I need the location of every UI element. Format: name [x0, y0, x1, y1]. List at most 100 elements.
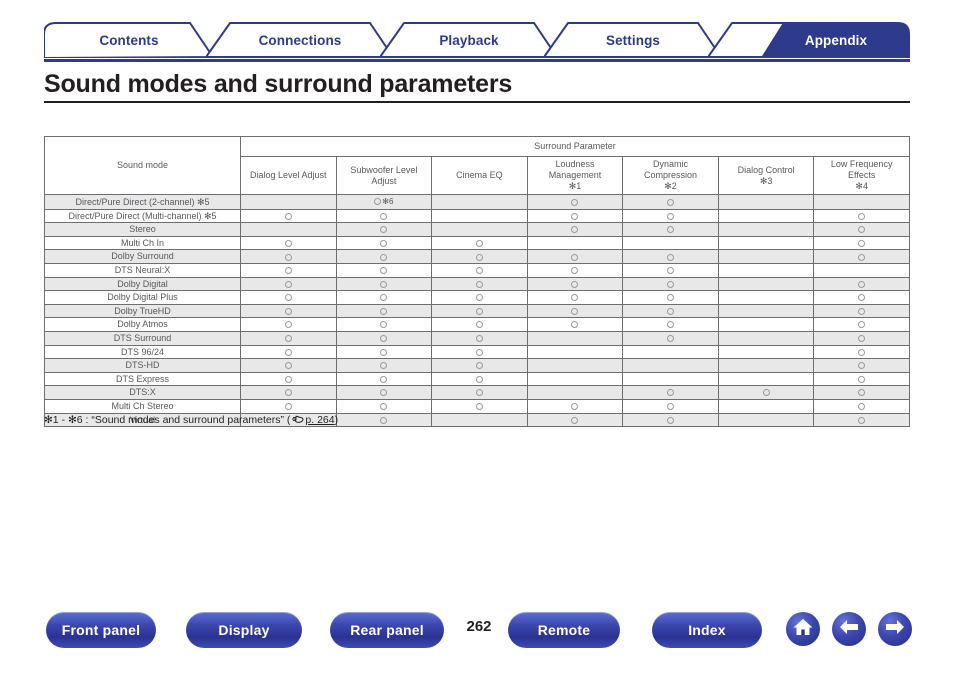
cell-0 — [240, 222, 337, 237]
circle-icon — [284, 239, 292, 247]
cell-4 — [622, 235, 719, 251]
row-label-sound-mode: Stereo — [44, 222, 241, 237]
footnote-suffix: ) — [334, 414, 339, 426]
support-mark — [284, 373, 292, 386]
row-label-sound-mode: DTS Express — [44, 371, 241, 387]
circle-icon — [475, 280, 483, 288]
col-header-cinema-eq: Cinema EQ — [431, 156, 528, 195]
circle-icon — [284, 348, 292, 356]
table-row: Dolby Atmos — [44, 317, 910, 332]
cell-6 — [813, 194, 910, 210]
circle-icon — [858, 403, 866, 411]
nav-button-index[interactable]: Index — [652, 612, 762, 648]
support-mark — [667, 332, 675, 345]
cell-1 — [335, 385, 433, 400]
support-mark — [571, 223, 579, 236]
cell-0 — [240, 398, 337, 414]
circle-icon — [380, 321, 388, 329]
support-mark — [858, 400, 866, 413]
cell-1 — [335, 398, 433, 414]
circle-icon — [284, 267, 292, 275]
support-mark — [571, 400, 579, 413]
row-label-sound-mode: DTS Neural:X — [44, 262, 241, 278]
home-button[interactable] — [786, 612, 820, 646]
cell-5 — [717, 222, 815, 237]
circle-icon — [667, 212, 675, 220]
row-label-sound-mode: Dolby Atmos — [44, 317, 241, 332]
forward-button[interactable] — [878, 612, 912, 646]
tab-connections[interactable]: Connections — [206, 22, 394, 58]
circle-icon — [858, 321, 866, 329]
support-mark — [762, 386, 770, 399]
cell-0 — [240, 385, 337, 400]
nav-button-remote[interactable]: Remote — [508, 612, 620, 648]
tab-contents[interactable]: Contents — [44, 22, 214, 58]
support-mark — [858, 250, 866, 263]
cell-6 — [813, 358, 910, 373]
cell-3 — [526, 208, 624, 224]
circle-icon — [667, 403, 675, 411]
tab-playback[interactable]: Playback — [380, 22, 558, 58]
circle-icon — [667, 389, 675, 397]
table-row: Dolby Digital Plus — [44, 290, 910, 305]
cell-1 — [335, 330, 433, 346]
support-mark — [380, 237, 388, 250]
col-header-line: Effects — [848, 170, 876, 180]
col-header-line: Compression — [644, 170, 698, 180]
circle-icon — [571, 198, 579, 206]
cell-1: ✻6 — [335, 194, 433, 210]
cell-6 — [813, 412, 910, 428]
cell-2 — [431, 262, 528, 278]
cell-6 — [813, 208, 910, 224]
circle-icon — [667, 416, 675, 424]
cell-6 — [813, 235, 910, 251]
support-mark — [284, 400, 292, 413]
cell-2 — [431, 371, 528, 387]
support-mark — [380, 346, 388, 359]
table-row: Dolby TrueHD — [44, 303, 910, 319]
table-header-row-group: Sound mode Surround Parameter — [44, 136, 910, 195]
tab-settings[interactable]: Settings — [544, 22, 722, 58]
support-mark — [380, 373, 388, 386]
cell-1 — [335, 276, 433, 292]
cell-2 — [431, 235, 528, 251]
footnote-page-link[interactable]: p. 264 — [305, 414, 334, 426]
support-mark — [571, 291, 579, 304]
nav-button-front-panel[interactable]: Front panel — [46, 612, 156, 648]
circle-icon — [380, 348, 388, 356]
table-row: DTS Neural:X — [44, 262, 910, 278]
col-header-footnote-ref: ✻3 — [759, 175, 773, 186]
cell-0 — [240, 344, 337, 360]
surround-parameter-table: Sound mode Surround Parameter Dialog Lev… — [44, 136, 910, 428]
support-mark — [284, 237, 292, 250]
circle-icon — [667, 280, 675, 288]
circle-icon — [858, 348, 866, 356]
cell-4 — [622, 371, 719, 387]
circle-icon — [475, 348, 483, 356]
tab-label: Tips — [778, 32, 806, 48]
circle-icon — [475, 294, 483, 302]
table-row: Multi Ch Stereo — [44, 398, 910, 414]
cell-2 — [431, 412, 528, 428]
circle-icon — [858, 280, 866, 288]
support-mark — [858, 223, 866, 236]
support-mark — [284, 386, 292, 399]
support-mark — [380, 223, 388, 236]
circle-icon — [284, 280, 292, 288]
circle-icon — [380, 280, 388, 288]
cell-2 — [431, 303, 528, 319]
cell-5 — [717, 262, 815, 278]
cell-1 — [335, 317, 433, 332]
circle-icon — [475, 403, 483, 411]
circle-icon — [475, 375, 483, 383]
circle-icon — [571, 403, 579, 411]
circle-icon — [380, 416, 388, 424]
back-button[interactable] — [832, 612, 866, 646]
nav-button-rear-panel[interactable]: Rear panel — [330, 612, 444, 648]
support-mark — [858, 346, 866, 359]
circle-icon — [571, 307, 579, 315]
circle-icon — [475, 389, 483, 397]
cell-2 — [431, 194, 528, 210]
nav-button-display[interactable]: Display — [186, 612, 302, 648]
cell-4 — [622, 317, 719, 332]
